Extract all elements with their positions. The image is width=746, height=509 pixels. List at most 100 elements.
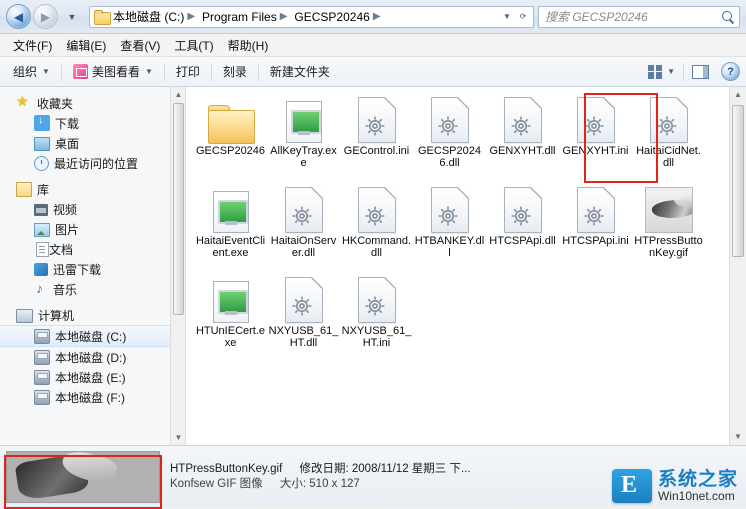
sidebar-item-videos[interactable]: 视频 — [0, 199, 185, 219]
file-item[interactable]: GECSP20246 — [194, 97, 267, 181]
file-list-pane[interactable]: GECSP20246 AllKeyTray.exe GEControl.ini … — [186, 87, 746, 445]
menu-file[interactable]: 文件(F) — [6, 35, 59, 56]
file-item[interactable]: GEControl.ini — [340, 97, 413, 181]
sidebar-item-disk-e[interactable]: 本地磁盘 (E:) — [0, 367, 185, 387]
computer-icon — [16, 309, 33, 323]
breadcrumb-item-1-wrap[interactable]: Program Files ▶ — [200, 8, 292, 26]
sidebar-item-thunder-download[interactable]: 迅雷下载 — [0, 259, 185, 279]
sidebar-item-libraries[interactable]: 库 — [0, 179, 185, 199]
scrollbar-thumb[interactable] — [732, 105, 744, 257]
dll-thumbnail — [280, 187, 328, 233]
details-row-2: Konfsew GIF 图像 大小: 510 x 127 — [170, 477, 471, 492]
file-item[interactable]: HaitaiCidNet.dll — [632, 97, 705, 181]
preview-pane-icon — [692, 64, 709, 79]
file-item[interactable]: GENXYHT.ini — [559, 97, 632, 181]
preview-pane-button[interactable] — [688, 63, 713, 81]
sidebar-item-computer[interactable]: 计算机 — [0, 305, 185, 325]
sidebar-label: 计算机 — [38, 308, 75, 323]
file-name: GECSP20246 — [195, 145, 266, 157]
file-name: HTUnIECert.exe — [195, 325, 266, 349]
sidebar-item-recent-places[interactable]: 最近访问的位置 — [0, 153, 185, 173]
sidebar-label: 桌面 — [55, 136, 80, 151]
music-icon — [34, 280, 48, 296]
details-modified-label: 修改日期: — [299, 462, 349, 475]
sidebar-item-documents[interactable]: 文档 — [0, 239, 185, 259]
sidebar-item-disk-d[interactable]: 本地磁盘 (D:) — [0, 347, 185, 367]
gear-icon — [510, 205, 532, 227]
file-item[interactable]: HTBANKEY.dll — [413, 187, 486, 271]
refresh-icon[interactable]: ⟳ — [515, 12, 531, 21]
print-button[interactable]: 打印 — [169, 60, 207, 83]
file-item-selected[interactable]: HTPressButtonKey.gif — [632, 187, 705, 271]
search-box[interactable]: 搜索 GECSP20246 — [538, 5, 740, 28]
address-bar[interactable]: 本地磁盘 (C:) ▶ Program Files ▶ GECSP20246 ▶… — [89, 5, 534, 28]
ini-thumbnail — [353, 277, 401, 323]
dll-thumbnail — [353, 187, 401, 233]
chevron-down-icon[interactable]: ▼ — [499, 12, 515, 21]
file-item[interactable]: AllKeyTray.exe — [267, 97, 340, 181]
breadcrumb-item-0[interactable]: 本地磁盘 (C:) — [113, 8, 184, 25]
burn-button[interactable]: 刻录 — [216, 60, 254, 83]
library-file-icon — [284, 187, 323, 233]
scroll-up-arrow-icon[interactable]: ▲ — [730, 87, 746, 103]
file-name: GENXYHT.ini — [562, 145, 629, 157]
library-file-icon — [284, 277, 323, 323]
gear-icon — [437, 205, 459, 227]
recent-pages-button[interactable]: ▼ — [63, 8, 81, 26]
file-item[interactable]: GECSP20246.dll — [413, 97, 486, 181]
configuration-file-icon — [576, 187, 615, 233]
help-icon[interactable]: ? — [721, 62, 740, 81]
breadcrumb-root[interactable]: 本地磁盘 (C:) ▶ — [92, 8, 200, 26]
image-preview-icon — [644, 187, 693, 233]
sidebar-item-desktop[interactable]: 桌面 — [0, 133, 185, 153]
file-item[interactable]: HKCommand.dll — [340, 187, 413, 271]
back-button[interactable]: ◀ — [6, 4, 31, 29]
menu-edit[interactable]: 编辑(E) — [59, 35, 113, 56]
sidebar-label: 本地磁盘 (F:) — [55, 390, 125, 405]
menu-view[interactable]: 查看(V) — [113, 35, 167, 56]
forward-button[interactable]: ▶ — [33, 4, 58, 29]
file-item[interactable]: HTCSPApi.dll — [486, 187, 559, 271]
meitu-button[interactable]: 美图看看 ▼ — [66, 60, 160, 83]
address-bar-row: ◀ ▶ ▼ 本地磁盘 (C:) ▶ Program Files ▶ GECSP2… — [0, 0, 746, 34]
view-layout-button[interactable]: ▼ — [644, 63, 679, 81]
scrollbar-thumb[interactable] — [173, 103, 184, 315]
breadcrumb-item-2[interactable]: GECSP20246 — [294, 10, 369, 24]
file-list-scrollbar[interactable]: ▲ ▼ — [729, 87, 746, 445]
organize-button[interactable]: 组织 ▼ — [6, 60, 57, 83]
file-item[interactable]: NXYUSB_61_HT.dll — [267, 277, 340, 361]
sidebar-item-favorites[interactable]: 收藏夹 — [0, 93, 185, 113]
dll-thumbnail — [499, 187, 547, 233]
dll-thumbnail — [426, 97, 474, 143]
exe-thumbnail — [280, 97, 328, 143]
file-item[interactable]: NXYUSB_61_HT.ini — [340, 277, 413, 361]
scroll-down-arrow-icon[interactable]: ▼ — [171, 430, 185, 445]
scroll-up-arrow-icon[interactable]: ▲ — [171, 87, 185, 102]
menu-tools[interactable]: 工具(T) — [167, 35, 220, 56]
breadcrumb-item-1[interactable]: Program Files — [202, 10, 277, 24]
scroll-down-arrow-icon[interactable]: ▼ — [730, 429, 746, 445]
breadcrumb-separator-2[interactable]: ▶ — [373, 11, 381, 22]
ini-thumbnail — [353, 97, 401, 143]
menu-help[interactable]: 帮助(H) — [221, 35, 276, 56]
search-input[interactable]: 搜索 GECSP20246 — [543, 8, 721, 25]
sidebar-item-disk-c[interactable]: 本地磁盘 (C:) — [0, 325, 185, 347]
navigation-pane-scrollbar[interactable]: ▲ ▼ — [170, 87, 185, 445]
gif-thumbnail — [644, 187, 693, 233]
library-file-icon — [430, 97, 469, 143]
file-item[interactable]: HaitaiOnServer.dll — [267, 187, 340, 271]
file-item[interactable]: HaitaiEventClient.exe — [194, 187, 267, 271]
breadcrumb-separator-0[interactable]: ▶ — [187, 11, 195, 22]
sidebar-item-downloads[interactable]: 下载 — [0, 113, 185, 133]
breadcrumb-separator-1[interactable]: ▶ — [280, 11, 288, 22]
search-icon[interactable] — [721, 10, 735, 24]
file-item[interactable]: HTUnIECert.exe — [194, 277, 267, 361]
new-folder-button[interactable]: 新建文件夹 — [263, 60, 337, 83]
sidebar-item-disk-f[interactable]: 本地磁盘 (F:) — [0, 387, 185, 407]
breadcrumb-item-2-wrap[interactable]: GECSP20246 ▶ — [292, 8, 385, 26]
file-item[interactable]: HTCSPApi.ini — [559, 187, 632, 271]
sidebar-item-music[interactable]: 音乐 — [0, 279, 185, 299]
nav-group-libraries: 库 视频 图片 文档 迅雷下载 ♪ 音乐 — [0, 179, 185, 299]
file-item[interactable]: GENXYHT.dll — [486, 97, 559, 181]
sidebar-item-pictures[interactable]: 图片 — [0, 219, 185, 239]
